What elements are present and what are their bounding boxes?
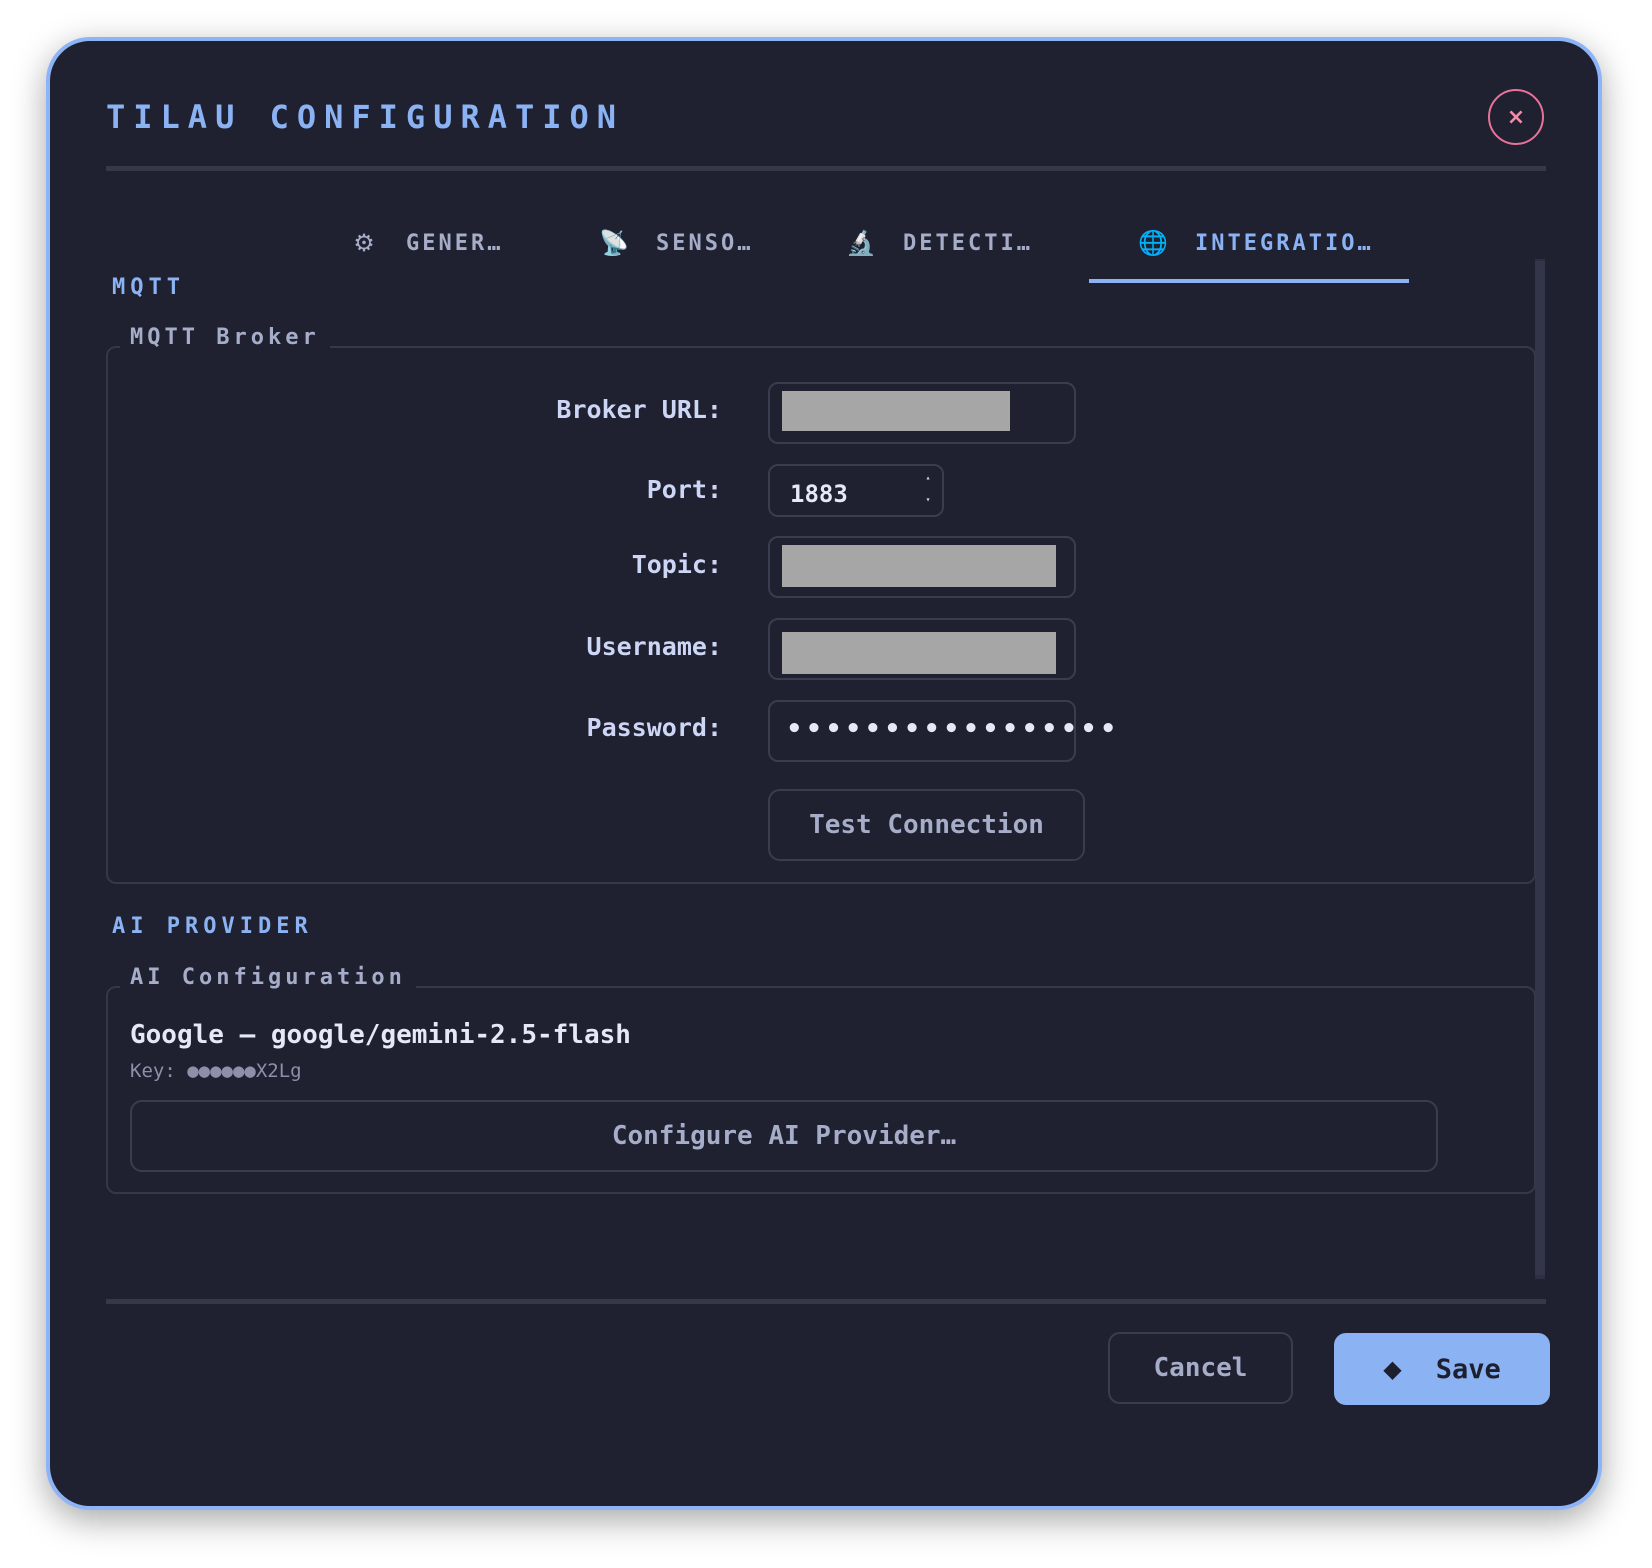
port-value: 1883 bbox=[790, 480, 848, 508]
broker-url-label: Broker URL: bbox=[556, 395, 722, 424]
tab-label: INTEGRATIO… bbox=[1195, 230, 1374, 256]
configuration-dialog: TILAU CONFIGURATION × ⚙ GENER… 📡 SENSO… … bbox=[46, 37, 1602, 1510]
redacted-value bbox=[782, 545, 1056, 587]
username-field[interactable] bbox=[768, 618, 1076, 680]
tab-label: SENSO… bbox=[656, 230, 754, 256]
tab-sensors[interactable]: 📡 SENSO… bbox=[570, 203, 817, 283]
redacted-value bbox=[782, 632, 1056, 674]
password-mask: ••••••••••••••••• bbox=[786, 714, 1120, 744]
broker-url-field[interactable] bbox=[768, 382, 1076, 444]
password-field[interactable]: ••••••••••••••••• bbox=[768, 700, 1117, 762]
header-divider bbox=[106, 166, 1546, 171]
test-connection-button[interactable]: Test Connection bbox=[768, 789, 1085, 861]
globe-icon: 🌐 bbox=[1138, 229, 1168, 257]
ai-section-title: AI PROVIDER bbox=[112, 914, 313, 939]
topic-label: Topic: bbox=[631, 550, 722, 579]
ai-key-summary: Key: ●●●●●●X2Lg bbox=[130, 1060, 302, 1082]
ai-configuration-group: AI Configuration Google — google/gemini-… bbox=[106, 956, 1536, 1194]
cancel-button[interactable]: Cancel bbox=[1108, 1332, 1293, 1404]
topic-field[interactable] bbox=[768, 536, 1076, 598]
diamond-icon: ◆ bbox=[1383, 1355, 1402, 1383]
tab-label: DETECTI… bbox=[903, 230, 1033, 256]
tab-integrations[interactable]: 🌐 INTEGRATIO… bbox=[1089, 203, 1409, 283]
port-label: Port: bbox=[646, 475, 722, 504]
scrollbar-thumb[interactable] bbox=[1535, 261, 1545, 1275]
gear-icon: ⚙ bbox=[353, 229, 375, 257]
port-stepper[interactable]: 1883 ▴ ▾ bbox=[768, 464, 944, 517]
microscope-icon: 🔬 bbox=[846, 229, 876, 257]
mqtt-section-title: MQTT bbox=[112, 275, 185, 300]
decrement-arrow-icon[interactable]: ▾ bbox=[924, 496, 932, 504]
scrollbar[interactable] bbox=[1535, 259, 1545, 1279]
redacted-value bbox=[782, 391, 1010, 431]
save-button[interactable]: ◆ Save bbox=[1334, 1333, 1550, 1405]
configure-ai-provider-button[interactable]: Configure AI Provider… bbox=[130, 1100, 1438, 1172]
ai-configuration-legend: AI Configuration bbox=[120, 956, 416, 1000]
increment-arrow-icon[interactable]: ▴ bbox=[924, 474, 932, 482]
save-label: Save bbox=[1435, 1353, 1501, 1385]
tab-bar: ⚙ GENER… 📡 SENSO… 🔬 DETECTI… 🌐 INTEGRATI… bbox=[320, 203, 1409, 283]
dialog-title: TILAU CONFIGURATION bbox=[106, 98, 625, 136]
username-label: Username: bbox=[586, 632, 722, 661]
tab-general[interactable]: ⚙ GENER… bbox=[320, 203, 570, 283]
mqtt-broker-legend: MQTT Broker bbox=[120, 316, 330, 360]
satellite-dish-icon: 📡 bbox=[599, 229, 629, 257]
tab-detection[interactable]: 🔬 DETECTI… bbox=[817, 203, 1089, 283]
close-button[interactable]: × bbox=[1488, 89, 1544, 145]
ai-provider-summary: Google — google/gemini-2.5-flash bbox=[130, 1020, 631, 1050]
close-icon: × bbox=[1506, 104, 1526, 130]
password-label: Password: bbox=[586, 713, 722, 742]
tab-label: GENER… bbox=[406, 230, 504, 256]
footer-divider bbox=[106, 1299, 1546, 1304]
mqtt-broker-group: MQTT Broker Broker URL: Port: 1883 ▴ ▾ T… bbox=[106, 316, 1536, 884]
